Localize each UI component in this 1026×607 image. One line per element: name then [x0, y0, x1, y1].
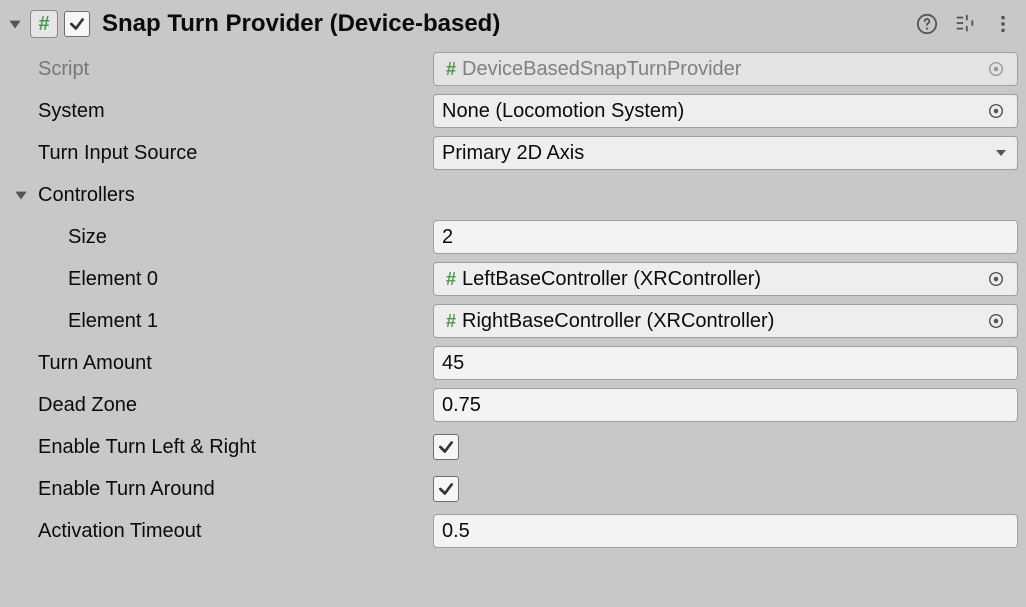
header-icons: [916, 13, 1020, 35]
script-field: # DeviceBasedSnapTurnProvider: [433, 52, 1018, 86]
activation-timeout-value: 0.5: [442, 520, 1009, 543]
activation-timeout-label: Activation Timeout: [38, 520, 433, 543]
preset-icon[interactable]: [954, 13, 976, 35]
controllers-size-label: Size: [68, 226, 433, 249]
row-controllers-size: Size 2: [2, 216, 1024, 258]
row-controllers[interactable]: Controllers: [2, 174, 1024, 216]
foldout-arrow-icon[interactable]: [6, 15, 24, 33]
controllers-element-1-value: RightBaseController (XRController): [462, 310, 983, 333]
system-value: None (Locomotion System): [442, 100, 983, 123]
script-object-picker-icon: [983, 56, 1009, 82]
dead-zone-value: 0.75: [442, 394, 1009, 417]
system-object-picker-icon[interactable]: [983, 98, 1009, 124]
turn-amount-value: 45: [442, 352, 1009, 375]
row-turn-amount: Turn Amount 45: [2, 342, 1024, 384]
controllers-label: Controllers: [38, 184, 135, 207]
system-label: System: [38, 100, 433, 123]
turn-input-source-value: Primary 2D Axis: [442, 142, 993, 165]
row-script: Script # DeviceBasedSnapTurnProvider: [2, 48, 1024, 90]
row-dead-zone: Dead Zone 0.75: [2, 384, 1024, 426]
row-system: System None (Locomotion System): [2, 90, 1024, 132]
row-enable-turn-lr: Enable Turn Left & Right: [2, 426, 1024, 468]
script-hash-icon: #: [30, 10, 58, 38]
enable-turn-lr-label: Enable Turn Left & Right: [38, 436, 433, 459]
row-activation-timeout: Activation Timeout 0.5: [2, 510, 1024, 552]
script-label: Script: [38, 58, 433, 81]
element-1-object-picker-icon[interactable]: [983, 308, 1009, 334]
component-enabled-checkbox[interactable]: [64, 11, 90, 37]
row-controllers-element-0: Element 0 # LeftBaseController (XRContro…: [2, 258, 1024, 300]
enable-turn-lr-checkbox[interactable]: [433, 434, 459, 460]
script-value: DeviceBasedSnapTurnProvider: [462, 58, 983, 81]
script-hash-inline-icon: #: [446, 59, 456, 80]
component-title: Snap Turn Provider (Device-based): [102, 10, 910, 38]
controllers-element-1-label: Element 1: [68, 310, 433, 333]
controllers-element-0-value: LeftBaseController (XRController): [462, 268, 983, 291]
row-controllers-element-1: Element 1 # RightBaseController (XRContr…: [2, 300, 1024, 342]
dropdown-arrow-icon: [993, 145, 1009, 161]
context-menu-icon[interactable]: [992, 13, 1014, 35]
turn-input-source-label: Turn Input Source: [38, 142, 433, 165]
controllers-size-value: 2: [442, 226, 1009, 249]
enable-turn-around-label: Enable Turn Around: [38, 478, 433, 501]
component-header: # Snap Turn Provider (Device-based): [2, 0, 1024, 48]
controllers-element-1-field[interactable]: # RightBaseController (XRController): [433, 304, 1018, 338]
row-enable-turn-around: Enable Turn Around: [2, 468, 1024, 510]
turn-amount-label: Turn Amount: [38, 352, 433, 375]
dead-zone-input[interactable]: 0.75: [433, 388, 1018, 422]
controllers-size-input[interactable]: 2: [433, 220, 1018, 254]
element-0-hash-icon: #: [446, 269, 456, 290]
dead-zone-label: Dead Zone: [38, 394, 433, 417]
element-0-object-picker-icon[interactable]: [983, 266, 1009, 292]
turn-amount-input[interactable]: 45: [433, 346, 1018, 380]
system-field[interactable]: None (Locomotion System): [433, 94, 1018, 128]
controllers-element-0-label: Element 0: [68, 268, 433, 291]
help-icon[interactable]: [916, 13, 938, 35]
turn-input-source-dropdown[interactable]: Primary 2D Axis: [433, 136, 1018, 170]
controllers-element-0-field[interactable]: # LeftBaseController (XRController): [433, 262, 1018, 296]
inspector-panel: # Snap Turn Provider (Device-based) Scri…: [0, 0, 1026, 607]
element-1-hash-icon: #: [446, 311, 456, 332]
controllers-foldout-arrow-icon[interactable]: [12, 186, 30, 204]
enable-turn-around-checkbox[interactable]: [433, 476, 459, 502]
activation-timeout-input[interactable]: 0.5: [433, 514, 1018, 548]
row-turn-input-source: Turn Input Source Primary 2D Axis: [2, 132, 1024, 174]
